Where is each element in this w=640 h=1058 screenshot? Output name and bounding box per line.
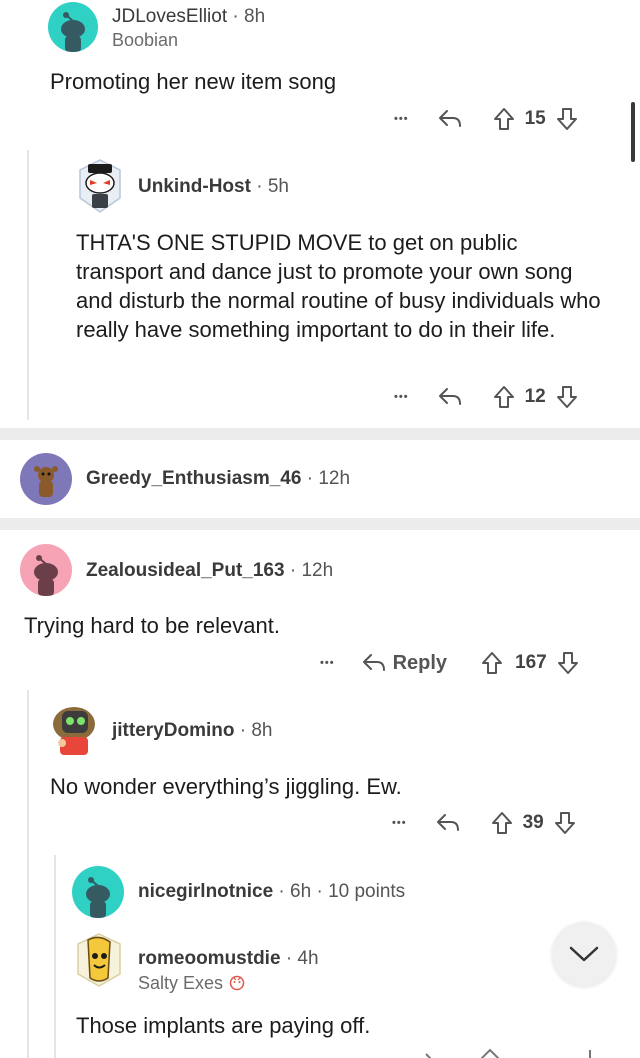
snoo-avatar-icon <box>77 933 121 987</box>
downvote-icon[interactable] <box>556 107 578 131</box>
snoo-avatar-icon <box>61 12 85 52</box>
reply-icon <box>362 654 385 671</box>
user-flair: Salty Exes <box>138 973 246 994</box>
avatar[interactable] <box>48 2 98 52</box>
comment-separator <box>0 428 640 440</box>
flair-emoji-icon <box>229 975 245 991</box>
thread-line[interactable] <box>54 855 56 1058</box>
avatar[interactable] <box>42 697 102 757</box>
comment-separator <box>0 518 640 530</box>
separator-dot: · <box>285 948 293 969</box>
comment-username[interactable]: Zealousideal_Put_163 · 12h <box>86 560 333 582</box>
vote-count: 167 <box>515 652 547 673</box>
username-text[interactable]: Unkind-Host <box>138 176 251 197</box>
separator-dot: · <box>289 560 297 581</box>
flair-text: Salty Exes <box>138 973 224 993</box>
reply-icon[interactable] <box>435 812 461 834</box>
snoo-avatar-icon <box>53 707 95 755</box>
avatar[interactable] <box>72 866 124 918</box>
username-text[interactable]: Greedy_Enthusiasm_46 <box>86 468 301 489</box>
avatar[interactable] <box>74 932 124 988</box>
reply-button[interactable]: Reply <box>361 652 447 675</box>
comment-actions: ••• 39 <box>392 808 576 838</box>
separator-dot: · <box>316 881 323 902</box>
snoo-avatar-icon <box>79 159 121 213</box>
comment-actions-partial <box>420 1048 610 1058</box>
username-text[interactable]: jitteryDomino <box>112 720 234 741</box>
vote-count: 39 <box>522 812 544 833</box>
username-text[interactable]: JDLovesElliot <box>112 6 227 27</box>
separator-dot: · <box>256 176 263 197</box>
comment-time: 12h <box>301 560 334 581</box>
comment-body: No wonder everything’s jiggling. Ew. <box>50 774 402 799</box>
reply-label: Reply <box>392 651 448 674</box>
username-text[interactable]: Zealousideal_Put_163 <box>86 560 285 581</box>
comment-time: 12h <box>318 468 351 489</box>
separator-dot: · <box>278 881 285 902</box>
username-text[interactable]: nicegirlnotnice <box>138 881 273 902</box>
comment-username[interactable]: Greedy_Enthusiasm_46 · 12h <box>86 468 350 490</box>
downvote-icon[interactable] <box>554 811 576 835</box>
vote-count: 12 <box>524 386 546 407</box>
snoo-avatar-icon <box>34 466 58 497</box>
thread-line[interactable] <box>27 150 29 420</box>
avatar[interactable] <box>20 453 72 505</box>
snoo-avatar-icon <box>86 877 110 918</box>
separator-dot: · <box>232 6 239 27</box>
comment-time: 4h <box>297 948 319 969</box>
downvote-icon[interactable] <box>556 385 578 409</box>
thread-line[interactable] <box>27 690 29 1058</box>
scrollbar[interactable] <box>631 102 635 162</box>
comment-actions: ••• 15 <box>394 104 578 134</box>
more-icon[interactable]: ••• <box>392 817 407 829</box>
snoo-avatar-icon <box>34 555 58 596</box>
more-icon[interactable]: ••• <box>394 113 409 125</box>
comment-body: Trying hard to be relevant. <box>24 613 280 638</box>
comment-time: 8h <box>251 720 273 741</box>
downvote-icon[interactable] <box>557 651 579 675</box>
reply-icon[interactable] <box>437 386 463 408</box>
comment-username[interactable]: nicegirlnotnice · 6h · 10 points <box>138 881 405 903</box>
avatar[interactable] <box>20 544 72 596</box>
reply-icon[interactable] <box>437 108 463 130</box>
upvote-icon[interactable] <box>493 385 515 409</box>
comment-body: THTA'S ONE STUPID MOVE to get on public … <box>76 230 601 342</box>
comment-username[interactable]: jitteryDomino · 8h <box>112 720 272 742</box>
reply-icon[interactable] <box>420 1048 610 1058</box>
comment-time: 6h <box>290 881 312 902</box>
username-text[interactable]: romeoomustdie <box>138 948 281 969</box>
upvote-icon[interactable] <box>481 651 503 675</box>
user-flair: Boobian <box>112 30 179 50</box>
comment-actions: ••• Reply 167 <box>320 648 579 678</box>
comment-actions: ••• 12 <box>394 382 578 412</box>
next-comment-button[interactable] <box>552 922 616 986</box>
upvote-icon[interactable] <box>493 107 515 131</box>
comment-username[interactable]: romeoomustdie · 4h <box>138 948 319 970</box>
comment-body: Promoting her new item song <box>50 69 337 94</box>
separator-dot: · <box>306 468 314 489</box>
vote-count: 15 <box>524 108 546 129</box>
comment-body: Those implants are paying off. <box>76 1013 371 1038</box>
comment-time: 8h <box>244 6 266 27</box>
comment-username[interactable]: Unkind-Host · 5h <box>138 176 289 198</box>
chevron-down-icon <box>569 946 599 962</box>
more-icon[interactable]: ••• <box>394 391 409 403</box>
comment-points: 10 points <box>328 881 406 902</box>
upvote-icon[interactable] <box>491 811 513 835</box>
comment-time: 5h <box>267 176 289 197</box>
more-icon[interactable]: ••• <box>320 657 335 669</box>
separator-dot: · <box>239 720 247 741</box>
comment-username[interactable]: JDLovesElliot · 8h <box>112 6 265 28</box>
avatar[interactable] <box>76 158 124 214</box>
